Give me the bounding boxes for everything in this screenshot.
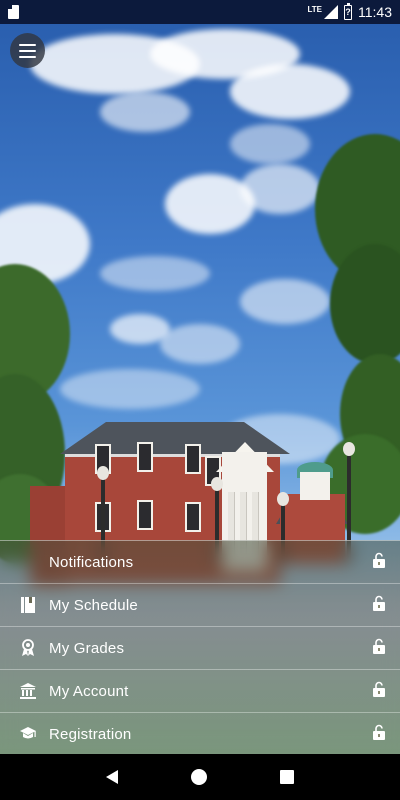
menu-item-label: Notifications	[49, 553, 134, 571]
system-navigation-bar	[0, 754, 400, 800]
signal-icon	[324, 5, 338, 19]
status-time: 11:43	[358, 4, 392, 20]
bank-building-icon	[18, 681, 38, 701]
menu-item-my-grades[interactable]: My Grades	[0, 626, 400, 669]
award-ribbon-icon	[18, 638, 38, 658]
notifications-icon	[18, 552, 38, 572]
menu-item-label: Registration	[49, 725, 132, 743]
menu-item-label: My Account	[49, 682, 129, 700]
lock-icon	[372, 595, 386, 616]
menu-item-label: My Grades	[49, 639, 125, 657]
back-triangle-icon[interactable]	[106, 770, 119, 784]
menu-item-my-account[interactable]: My Account	[0, 669, 400, 712]
network-type: LTE	[307, 4, 322, 14]
lock-icon	[372, 724, 386, 745]
menu-item-notifications[interactable]: Notifications	[0, 540, 400, 583]
battery-icon: ?	[344, 2, 352, 20]
lock-icon	[372, 638, 386, 659]
hamburger-menu-icon[interactable]	[10, 33, 45, 68]
graduation-cap-icon	[18, 724, 38, 744]
home-circle-icon[interactable]	[190, 769, 207, 785]
main-menu: Notifications My Schedule My Grades My A…	[0, 540, 400, 754]
sd-card-icon	[8, 5, 19, 19]
recent-apps-square-icon[interactable]	[279, 770, 294, 784]
menu-item-my-schedule[interactable]: My Schedule	[0, 583, 400, 626]
menu-item-label: My Schedule	[49, 596, 138, 614]
lock-icon	[372, 681, 386, 702]
status-bar: LTE ? 11:43	[0, 0, 400, 24]
menu-item-registration[interactable]: Registration	[0, 712, 400, 755]
lock-icon	[372, 552, 386, 573]
schedule-book-icon	[18, 595, 38, 615]
